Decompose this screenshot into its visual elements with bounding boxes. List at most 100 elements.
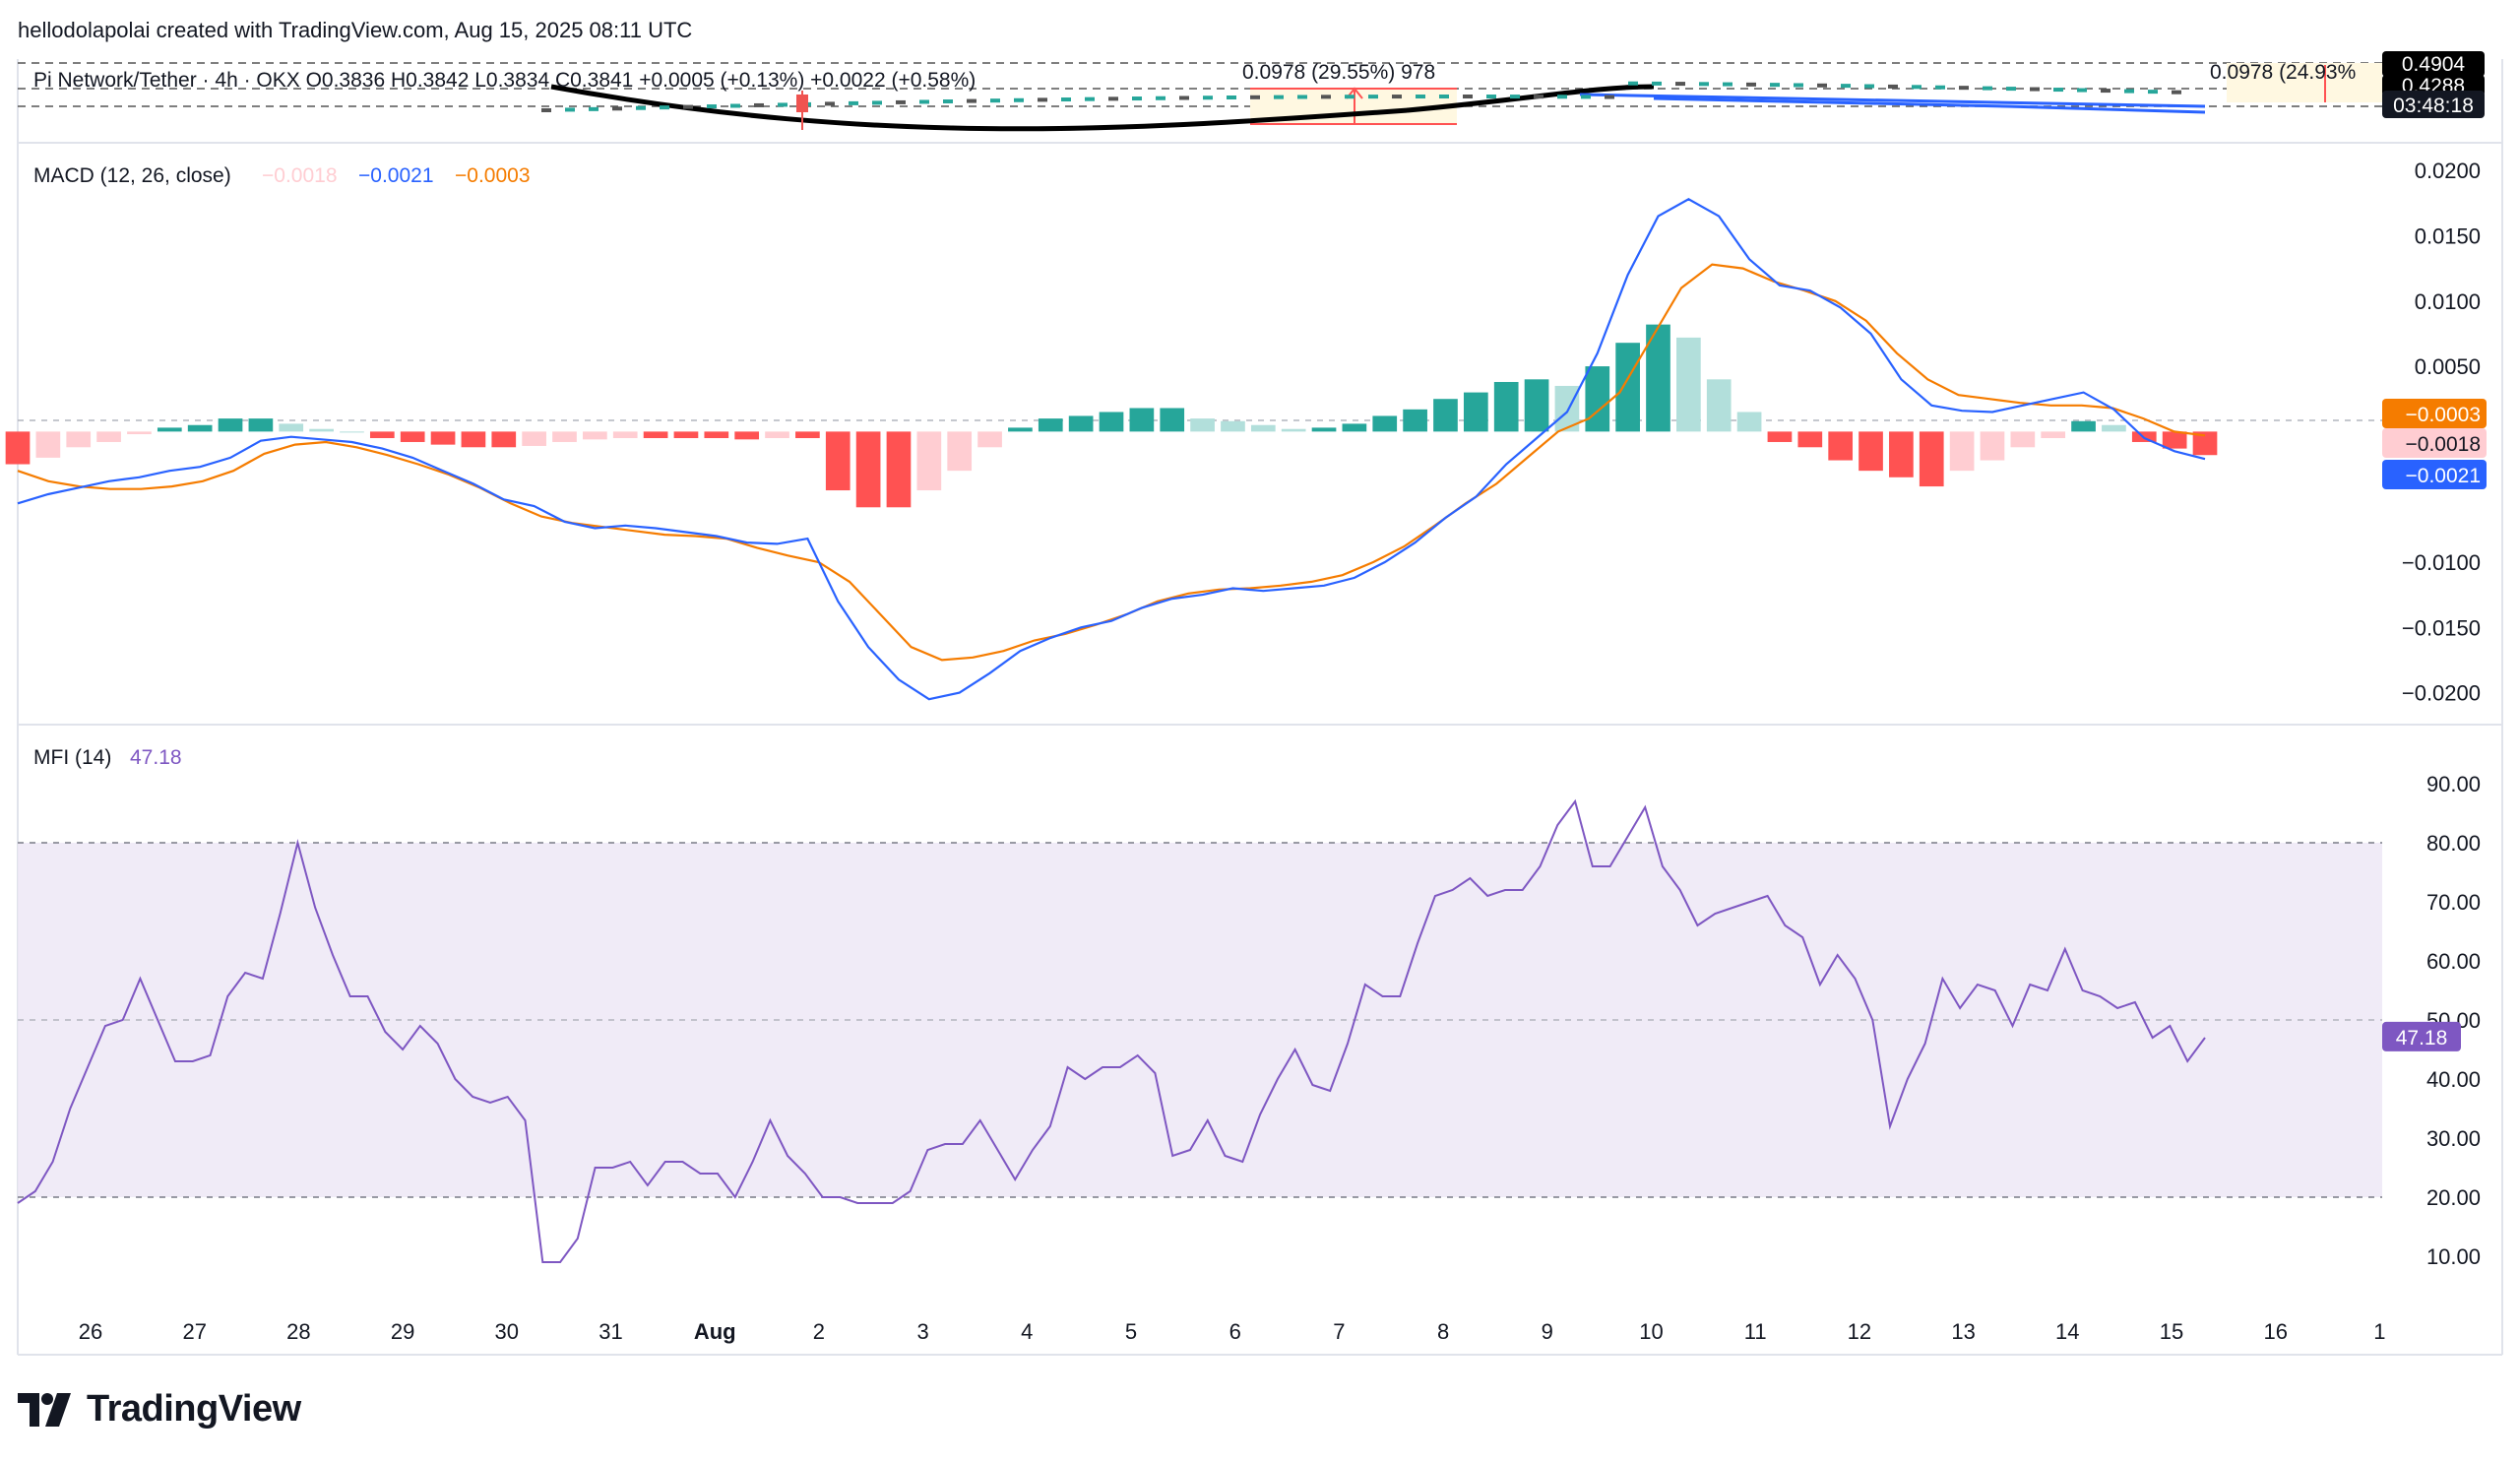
price-candle [565, 107, 575, 112]
time-axis-label: 9 [1542, 1319, 1553, 1344]
price-candle [1297, 95, 1307, 99]
macd-histogram-bar [1221, 420, 1245, 432]
price-candle [1061, 97, 1071, 102]
measure-label: 0.0978 (29.55%) 978 [1242, 61, 1435, 84]
mfi-pane[interactable]: MFI (14) 47.18 90.0080.0070.0060.0050.00… [17, 746, 2481, 1269]
time-axis-label: 27 [182, 1319, 206, 1344]
macd-value-tag-text: −0.0018 [2406, 433, 2482, 456]
macd-histogram-bar [1889, 431, 1914, 477]
time-axis[interactable]: 26 27 28 29 30 31 Aug 2 3 4 5 6 7 8 9 10 11 12 13 14 15 16 1 [79, 1319, 2386, 1344]
macd-pane[interactable]: MACD (12, 26, close) −0.0018 −0.0021 −0.… [5, 159, 2487, 706]
price-candle [754, 102, 764, 107]
macd-histogram-bar [248, 418, 274, 432]
countdown-tag-text: 03:48:18 [2393, 95, 2474, 117]
price-candle [589, 106, 598, 111]
macd-histogram-bar [1160, 408, 1185, 432]
macd-histogram-bar [491, 431, 517, 448]
mfi-price-axis[interactable]: 90.0080.0070.0060.0050.0040.0030.0020.00… [2426, 772, 2481, 1269]
macd-histogram-bar [734, 431, 760, 440]
mfi-axis-tick: 60.00 [2426, 949, 2481, 974]
price-candle [1085, 96, 1095, 101]
mfi-axis-tick: 70.00 [2426, 890, 2481, 915]
time-axis-label: 6 [1229, 1319, 1241, 1344]
price-candle [1321, 95, 1331, 99]
macd-axis-tick: −0.0100 [2402, 550, 2481, 575]
price-candle [1038, 97, 1047, 102]
macd-histogram-bar [552, 431, 577, 442]
price-candle [825, 101, 835, 106]
price-candle [1486, 95, 1496, 99]
time-axis-label: 10 [1639, 1319, 1663, 1344]
macd-histogram-bar [2010, 431, 2036, 448]
tradingview-wordmark: TradingView [87, 1388, 301, 1430]
price-candle [1675, 82, 1685, 87]
price-candle [1014, 97, 1024, 102]
macd-histogram-bar [795, 431, 820, 438]
price-candle [730, 103, 740, 108]
macd-histogram-bar [66, 431, 92, 448]
macd-histogram-bar [1828, 431, 1854, 461]
macd-histogram-bar [765, 431, 789, 438]
macd-histogram-bar [1129, 408, 1155, 432]
macd-histogram-bar [1372, 415, 1398, 432]
price-candle [1652, 81, 1662, 86]
chart-canvas: Pi Network/Tether · 4h · OKX O0.3836 H0.… [5, 51, 2503, 1356]
macd-histogram-bar [400, 431, 425, 442]
time-axis-label: 5 [1125, 1319, 1137, 1344]
macd-histogram-bar [1767, 431, 1793, 442]
macd-histogram-bar [673, 431, 699, 438]
mfi-axis-tick: 10.00 [2426, 1244, 2481, 1269]
mfi-value-tag-text: 47.18 [2396, 1027, 2448, 1050]
price-candle [1416, 95, 1425, 99]
macd-histogram-bar [1099, 412, 1124, 432]
price-candle [1156, 95, 1166, 100]
time-axis-label: 13 [1951, 1319, 1975, 1344]
price-candle [1345, 95, 1354, 99]
macd-histogram-bar [2041, 431, 2066, 438]
price-candle [1888, 84, 1898, 89]
time-axis-label: 28 [286, 1319, 310, 1344]
macd-histogram-bar [916, 431, 942, 491]
price-candle [1581, 95, 1591, 99]
price-candle [1746, 82, 1756, 87]
time-axis-label: 1 [2373, 1319, 2385, 1344]
macd-histogram-bar [1524, 379, 1549, 432]
macd-histogram-bar [2071, 420, 2096, 432]
price-candle [1912, 85, 1922, 90]
time-axis-label: 15 [2160, 1319, 2183, 1344]
time-axis-label: 16 [2263, 1319, 2287, 1344]
price-candle [541, 108, 551, 112]
price-candle [1274, 95, 1284, 99]
price-candle [707, 104, 717, 109]
price-candle [1794, 83, 1803, 88]
tradingview-logo[interactable]: TradingView [18, 1388, 301, 1431]
time-axis-label: 11 [1744, 1319, 1767, 1344]
macd-histogram-bar [35, 431, 61, 458]
macd-histogram-bar [1281, 428, 1306, 432]
price-pane[interactable]: Pi Network/Tether · 4h · OKX O0.3836 H0.… [18, 51, 2485, 132]
price-candle [1723, 82, 1732, 87]
price-candle [990, 98, 1000, 103]
price-candle [612, 106, 622, 111]
macd-histogram-bar [2162, 431, 2187, 449]
price-candle [1628, 81, 1638, 86]
price-candle [1463, 95, 1473, 99]
time-axis-label: 4 [1021, 1319, 1033, 1344]
macd-title: MACD (12, 26, close) [33, 164, 231, 187]
mfi-axis-tick: 90.00 [2426, 772, 2481, 796]
macd-axis-tick: −0.0200 [2402, 681, 2481, 706]
macd-histogram-bar [977, 431, 1002, 448]
price-candle [1510, 95, 1520, 99]
price-candle [1817, 83, 1827, 88]
mfi-axis-tick: 30.00 [2426, 1126, 2481, 1151]
time-axis-label: 7 [1333, 1319, 1345, 1344]
macd-histogram-bar [1311, 427, 1337, 432]
price-candle [1699, 82, 1709, 87]
time-axis-label: 12 [1848, 1319, 1871, 1344]
macd-histogram-bar [127, 431, 152, 435]
macd-histogram-bar [1493, 381, 1519, 432]
macd-histogram-bar [2102, 424, 2126, 432]
mfi-axis-tick: 20.00 [2426, 1185, 2481, 1210]
time-axis-label: 14 [2055, 1319, 2079, 1344]
price-candle [1534, 95, 1544, 99]
